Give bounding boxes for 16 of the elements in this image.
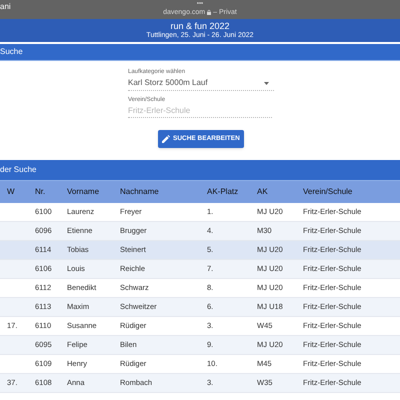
column-header[interactable]: AK-Platz xyxy=(207,187,238,196)
dropdown-arrow-icon xyxy=(264,82,269,84)
column-header[interactable]: Nr. xyxy=(35,187,46,196)
status-text: ani xyxy=(0,1,11,13)
club-input-field[interactable]: Fritz-Erler-Schule xyxy=(128,104,272,118)
category-dropdown[interactable]: Karl Storz 5000m Lauf xyxy=(128,76,274,91)
column-header[interactable]: AK xyxy=(257,187,268,196)
section-title: Suche xyxy=(0,46,23,58)
column-header[interactable]: Vorname xyxy=(67,187,100,196)
event-title: run & fun 2022 xyxy=(170,21,230,31)
pencil-icon xyxy=(162,135,170,143)
column-header[interactable]: Verein/Schule xyxy=(303,187,352,196)
lock-icon xyxy=(207,10,212,15)
column-header[interactable]: Nachname xyxy=(120,187,159,196)
column-header[interactable]: W xyxy=(7,187,15,196)
section-title: der Suche xyxy=(0,164,36,176)
